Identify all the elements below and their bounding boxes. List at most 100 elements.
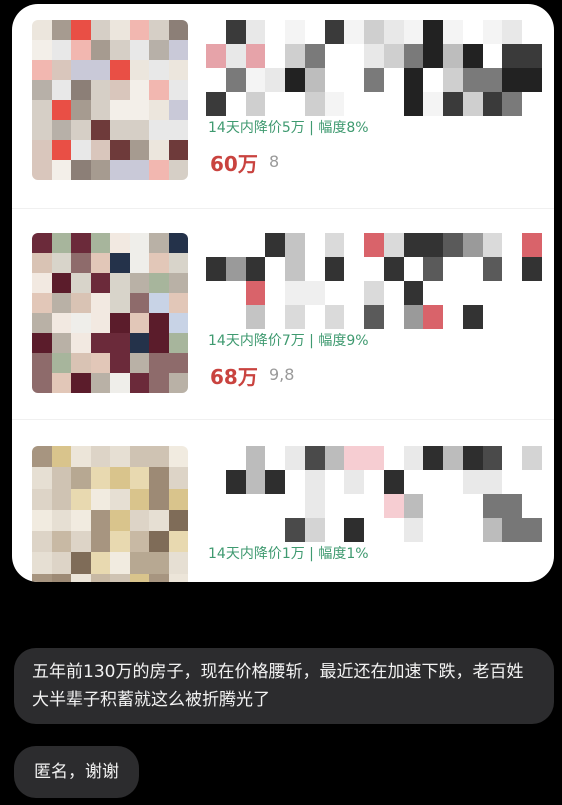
pixel-block (443, 494, 463, 518)
pixel-block (245, 281, 266, 305)
pixel-block (285, 20, 305, 44)
pixel-block (344, 281, 365, 305)
pixel-block (403, 305, 424, 329)
pixel-block (206, 44, 226, 68)
pixel-block (71, 353, 91, 373)
listing-item[interactable]: 14天内降价1万 | 幅度1% (12, 430, 554, 582)
pixel-block (51, 531, 71, 553)
pixel-block (129, 233, 149, 253)
pixel-block (90, 373, 110, 393)
pixel-block (502, 470, 523, 494)
pixel-block (324, 44, 345, 68)
pixel-block (32, 273, 52, 293)
pixel-block (344, 233, 365, 257)
pixel-block (32, 313, 52, 333)
pixel-block (462, 470, 483, 494)
pixel-block (462, 305, 483, 329)
pixel-block (304, 233, 325, 257)
pixel-block (71, 313, 91, 333)
pixel-block (32, 140, 52, 160)
pixel-block (225, 92, 246, 116)
pixel-block (383, 92, 404, 116)
pixel-block (168, 293, 188, 313)
pixel-block (245, 257, 266, 281)
pixel-block (32, 233, 52, 253)
pixel-block (110, 40, 130, 60)
listing-thumbnail-blurred (32, 446, 188, 582)
pixel-block (110, 552, 130, 574)
pixel-block (285, 446, 305, 470)
message-bubble: 五年前130万的房子，现在价格腰斩，最近还在加速下跌，老百姓大半辈子积蓄就这么被… (14, 648, 554, 724)
pixel-block (225, 20, 246, 44)
pixel-block (502, 257, 523, 281)
pixel-block (324, 68, 345, 92)
pixel-block (502, 44, 523, 68)
pixel-block (129, 552, 149, 574)
pixel-block (423, 446, 444, 470)
pixel-block (206, 518, 226, 542)
pixel-block (364, 518, 384, 542)
price-drop-label: 14天内降价5万 | 幅度8% (208, 120, 369, 136)
pixel-block (206, 92, 226, 116)
pixel-block (324, 494, 345, 518)
pixel-block (423, 68, 444, 92)
pixel-block (522, 446, 542, 470)
pixel-block (265, 20, 286, 44)
pixel-block (482, 20, 503, 44)
pixel-block (285, 305, 305, 329)
listing-item[interactable]: 14天内降价5万 | 幅度8% 60万 8 (12, 4, 554, 209)
pixel-block (502, 92, 523, 116)
pixel-block (304, 92, 325, 116)
pixel-block (522, 68, 542, 92)
pixel-block (383, 494, 404, 518)
listing-unit-price: 9,8 (269, 365, 295, 384)
pixel-block (51, 333, 71, 353)
pixel-block (90, 140, 110, 160)
pixel-block (168, 40, 188, 60)
pixel-block (168, 552, 188, 574)
listing-title-pixelated (206, 233, 542, 329)
pixel-block (482, 233, 503, 257)
pixel-block (364, 44, 384, 68)
pixel-block (285, 68, 305, 92)
pixel-block (51, 509, 71, 531)
pixel-block (225, 446, 246, 470)
pixel-block (285, 92, 305, 116)
pixel-block (149, 353, 169, 373)
pixel-block (265, 92, 286, 116)
pixel-block (71, 40, 91, 60)
pixel-block (245, 68, 266, 92)
message-text: 五年前130万的房子，现在价格腰斩，最近还在加速下跌，老百姓大半辈子积蓄就这么被… (32, 662, 524, 710)
pixel-block (149, 373, 169, 393)
listing-item[interactable]: 14天内降价7万 | 幅度9% 68万 9,8 (12, 217, 554, 422)
pixel-block (522, 20, 542, 44)
pixel-block (364, 92, 384, 116)
pixel-block (225, 470, 246, 494)
pixel-block (324, 518, 345, 542)
pixel-block (149, 531, 169, 553)
pixel-block (462, 281, 483, 305)
pixel-block (110, 120, 130, 140)
divider (12, 419, 554, 420)
price-drop-label: 14天内降价7万 | 幅度9% (208, 333, 369, 349)
pixel-block (168, 467, 188, 489)
pixel-block (71, 253, 91, 273)
pixel-block (304, 518, 325, 542)
pixel-block (522, 92, 542, 116)
pixel-block (71, 140, 91, 160)
pixel-block (344, 470, 365, 494)
pixel-block (129, 373, 149, 393)
pixel-block (443, 470, 463, 494)
pixel-block (225, 494, 246, 518)
pixel-block (168, 80, 188, 100)
pixel-block (403, 281, 424, 305)
pixel-block (110, 273, 130, 293)
pixel-block (265, 257, 286, 281)
pixel-block (443, 44, 463, 68)
pixel-block (443, 20, 463, 44)
pixel-block (90, 573, 110, 582)
pixel-block (245, 518, 266, 542)
pixel-block (245, 470, 266, 494)
pixel-block (168, 509, 188, 531)
pixel-block (129, 273, 149, 293)
